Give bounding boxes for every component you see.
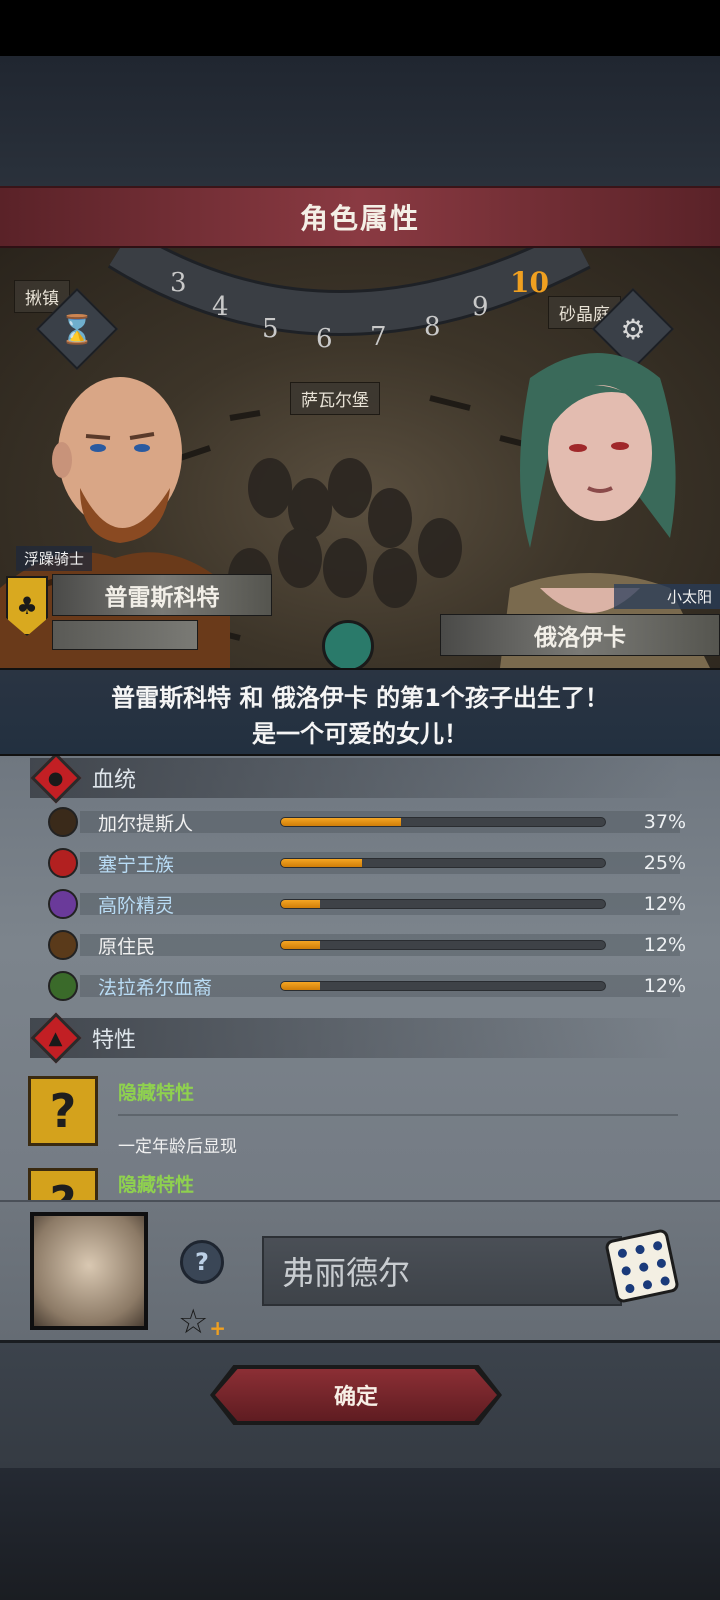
trait-divider xyxy=(118,1114,678,1116)
mother-title: 小太阳 xyxy=(614,584,720,609)
trait-name: 隐藏特性 xyxy=(118,1174,195,1196)
trait-name: 隐藏特性 xyxy=(118,1082,195,1104)
dial-number: 4 xyxy=(212,292,229,322)
bloodline-name: 高阶精灵 xyxy=(98,894,175,917)
announcement-line2: 是一个可爱的女儿！ xyxy=(252,720,468,748)
dial-number: 8 xyxy=(424,312,441,342)
bloodline-percent: 12% xyxy=(643,934,686,956)
bloodline-bar xyxy=(280,940,606,950)
birth-announcement: 普雷斯科特 和 俄洛伊卡 的第1个孩子出生了！ 是一个可爱的女儿！ xyxy=(0,668,720,756)
help-button[interactable]: ? xyxy=(180,1240,224,1284)
plus-icon: + xyxy=(209,1316,226,1340)
bloodline-header: ● 血统 xyxy=(30,756,680,804)
bloodline-row[interactable]: 法拉希尔血裔 12% xyxy=(48,968,688,1004)
baby-naming-bar: ? ☆ + 弗丽德尔 xyxy=(0,1200,720,1342)
dial-number: 6 xyxy=(316,324,333,354)
bloodline-emblem-icon xyxy=(48,807,78,837)
backdrop-lower xyxy=(0,1468,720,1600)
bloodline-name: 塞宁王族 xyxy=(98,853,175,876)
map-scene: 3 4 5 6 7 8 9 10 揪镇 萨瓦尔堡 砂晶庭 ⌛ ⚙ 浮躁骑士 ♣ … xyxy=(0,248,720,668)
child-attributes-panel[interactable]: ● 血统 加尔提斯人 37% 塞宁王族 25% 高阶精灵 12% 原住民 12% 法拉希尔血裔 1… xyxy=(0,756,720,1226)
bloodline-percent: 25% xyxy=(643,852,686,874)
bloodline-bar xyxy=(280,858,606,868)
status-bar-area xyxy=(0,0,720,56)
random-name-button[interactable] xyxy=(604,1228,680,1304)
bloodline-name: 原住民 xyxy=(98,935,156,958)
father-name-plate: 普雷斯科特 xyxy=(52,574,272,616)
blood-drop-icon: ● xyxy=(30,756,82,804)
bloodline-row[interactable]: 高阶精灵 12% xyxy=(48,886,688,922)
trait-description: 一定年龄后显现 xyxy=(118,1137,237,1157)
announcement-line1: 普雷斯科特 和 俄洛伊卡 的第1个孩子出生了！ xyxy=(111,684,609,712)
bloodline-emblem-icon xyxy=(48,889,78,919)
flame-icon: ▲ xyxy=(30,1012,82,1064)
bloodline-bar-fill xyxy=(281,941,320,949)
bloodline-bar-fill xyxy=(281,900,320,908)
favorite-add-button[interactable]: ☆ + xyxy=(178,1302,226,1342)
dial-number: 3 xyxy=(170,268,187,298)
backdrop-upper xyxy=(0,56,720,186)
map-label-castle[interactable]: 萨瓦尔堡 xyxy=(290,382,380,415)
traits-header: ▲ 特性 xyxy=(30,1012,680,1064)
mother-name-plate: 俄洛伊卡 xyxy=(440,614,720,656)
bloodline-bar xyxy=(280,899,606,909)
dial-number: 7 xyxy=(370,322,387,352)
dial-number: 5 xyxy=(262,314,279,344)
dial-number: 9 xyxy=(472,292,489,322)
bloodline-row[interactable]: 原住民 12% xyxy=(48,927,688,963)
father-title: 浮躁骑士 xyxy=(16,546,93,571)
bloodline-percent: 12% xyxy=(643,893,686,915)
bloodline-bar-fill xyxy=(281,982,320,990)
confirm-area: 确定 xyxy=(0,1340,720,1468)
page-title: 角色属性 xyxy=(299,202,420,235)
bloodline-bar-fill xyxy=(281,859,362,867)
bloodline-name: 法拉希尔血裔 xyxy=(98,976,213,999)
bloodline-emblem-icon xyxy=(48,971,78,1001)
bloodline-bar xyxy=(280,817,606,827)
confirm-button[interactable]: 确定 xyxy=(215,1369,497,1421)
bloodline-percent: 37% xyxy=(643,811,686,833)
star-plus-icon: ☆ xyxy=(178,1302,209,1342)
baby-portrait-frame xyxy=(30,1212,148,1330)
bloodline-row[interactable]: 塞宁王族 25% xyxy=(48,845,688,881)
bloodline-bar-fill xyxy=(281,818,401,826)
map-center-emblem xyxy=(322,620,374,668)
bloodline-emblem-icon xyxy=(48,848,78,878)
bloodline-heading: 血统 xyxy=(92,768,137,793)
bloodline-name: 加尔提斯人 xyxy=(98,812,194,835)
question-icon: ? xyxy=(195,1248,209,1276)
traits-heading: 特性 xyxy=(92,1028,137,1053)
hidden-trait-icon: ? xyxy=(28,1076,98,1146)
dial-current-day: 10 xyxy=(510,266,549,299)
baby-portrait xyxy=(34,1216,144,1326)
father-subplate xyxy=(52,620,198,650)
bloodline-percent: 12% xyxy=(643,975,686,997)
trait-item[interactable]: ? 隐藏特性 一定年龄后显现 xyxy=(28,1076,688,1157)
tree-icon: ♣ xyxy=(16,592,38,620)
title-bar: 角色属性 xyxy=(0,186,720,248)
bloodline-bar xyxy=(280,981,606,991)
child-name-field[interactable]: 弗丽德尔 xyxy=(262,1236,622,1306)
bloodline-row[interactable]: 加尔提斯人 37% xyxy=(48,804,688,840)
bloodline-emblem-icon xyxy=(48,930,78,960)
